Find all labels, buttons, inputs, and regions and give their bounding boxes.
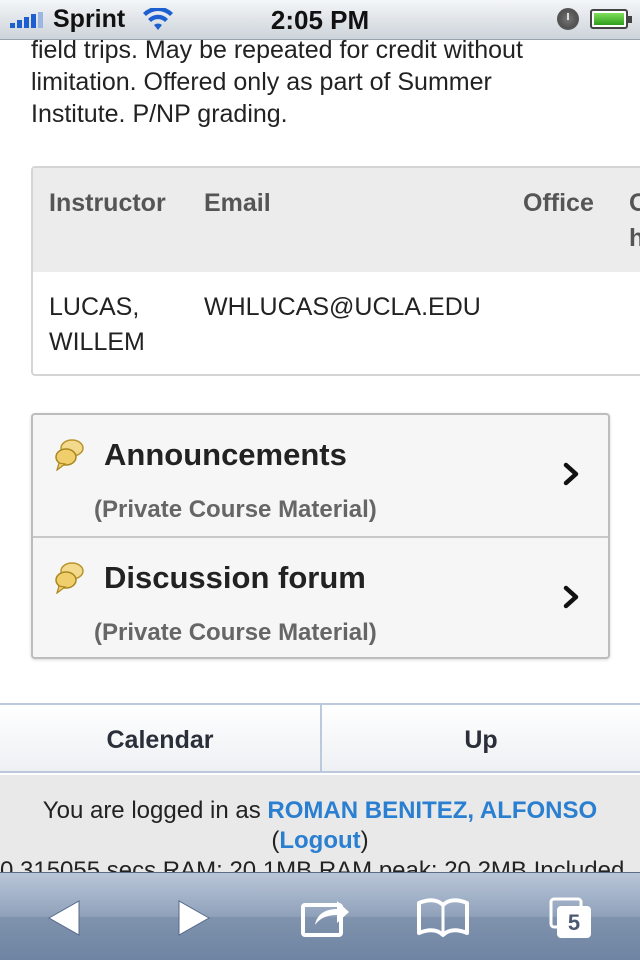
forum-bubble-icon: [55, 562, 84, 594]
calendar-button[interactable]: Calendar: [0, 705, 320, 771]
status-bar: Sprint 2:05 PM: [0, 0, 640, 40]
list-item-discussion-forum[interactable]: Discussion forum (Private Course Materia…: [33, 536, 608, 657]
description-line: limitation. Offered only as part of Summ…: [31, 68, 492, 96]
header-office-hours: Oh: [629, 186, 640, 256]
instructor-table: Instructor Email Office Oh LUCAS,WILLEM …: [31, 166, 640, 376]
login-prefix: You are logged in as: [42, 797, 268, 824]
header-office: Office: [523, 189, 594, 217]
tabs-button[interactable]: 5: [546, 891, 606, 945]
tabs-count: 5: [567, 910, 581, 935]
battery-icon: [590, 9, 632, 29]
forum-bubble-icon: [55, 439, 84, 471]
logout-link[interactable]: Logout: [279, 827, 360, 854]
list-item-subtitle: (Private Course Material): [94, 496, 377, 523]
up-button[interactable]: Up: [320, 705, 640, 771]
logout-line: (Logout): [0, 827, 640, 855]
instructor-email[interactable]: WHLUCAS@UCLA.EDU: [204, 290, 481, 325]
list-item-subtitle: (Private Course Material): [94, 619, 377, 646]
course-description: field trips. May be repeated for credit …: [31, 34, 621, 130]
bottom-nav: Calendar Up: [0, 703, 640, 773]
chevron-right-icon: [563, 462, 579, 486]
list-item-title: Discussion forum: [104, 560, 366, 595]
status-time: 2:05 PM: [270, 5, 370, 35]
course-material-list: Announcements (Private Course Material) …: [31, 413, 610, 659]
orientation-lock-icon: [557, 8, 579, 30]
description-line: Institute. P/NP grading.: [31, 100, 288, 128]
list-item-title: Announcements: [104, 437, 347, 472]
header-email: Email: [204, 189, 271, 217]
table-header: Instructor Email Office Oh: [33, 168, 640, 272]
page-footer: You are logged in as ROMAN BENITEZ, ALFO…: [0, 775, 640, 884]
login-info: You are logged in as ROMAN BENITEZ, ALFO…: [0, 797, 640, 825]
bookmarks-icon[interactable]: [413, 891, 473, 945]
browser-toolbar: 5: [0, 872, 640, 960]
instructor-name: LUCAS, WILLEM: [49, 293, 145, 356]
share-icon[interactable]: [295, 891, 355, 945]
back-arrow-icon[interactable]: [35, 891, 95, 945]
chevron-right-icon: [563, 585, 579, 609]
user-link[interactable]: ROMAN BENITEZ, ALFONSO: [267, 797, 597, 824]
logout-paren-close: ): [360, 827, 369, 854]
list-item-announcements[interactable]: Announcements (Private Course Material): [33, 415, 608, 536]
forward-arrow-icon[interactable]: [163, 891, 223, 945]
header-instructor: Instructor: [49, 189, 166, 217]
